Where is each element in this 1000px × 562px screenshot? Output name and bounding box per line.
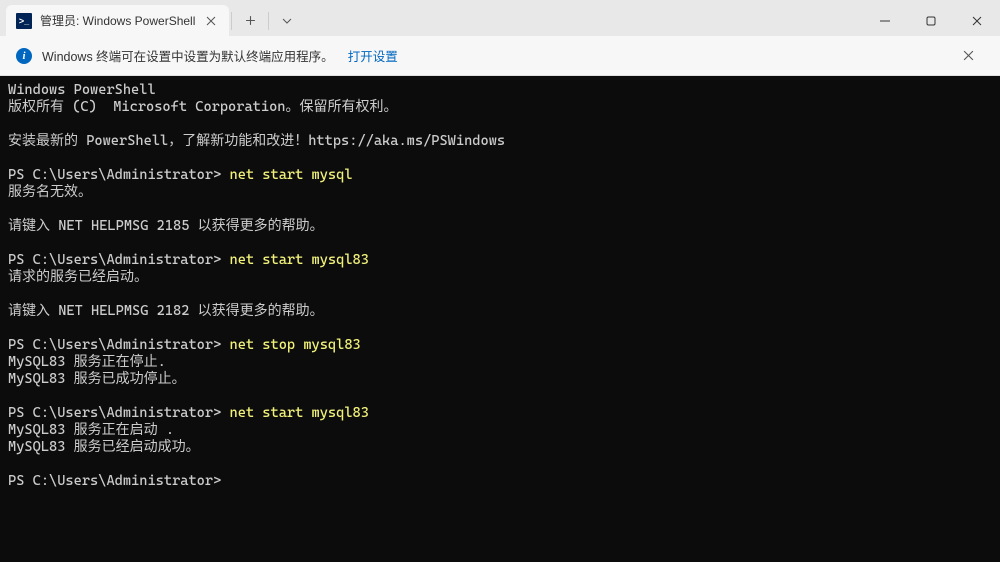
terminal-line: 服务名无效。 bbox=[8, 184, 92, 200]
titlebar: >_ 管理员: Windows PowerShell bbox=[0, 0, 1000, 36]
powershell-icon: >_ bbox=[16, 13, 32, 29]
prompt: PS C:\Users\Administrator> bbox=[8, 167, 221, 183]
infobar: i Windows 终端可在设置中设置为默认终端应用程序。 打开设置 bbox=[0, 36, 1000, 76]
minimize-button[interactable] bbox=[862, 5, 908, 36]
tab-divider bbox=[268, 12, 269, 30]
command: net start mysql83 bbox=[229, 405, 368, 421]
prompt: PS C:\Users\Administrator> bbox=[8, 252, 221, 268]
info-icon: i bbox=[16, 48, 32, 64]
terminal-line: 请求的服务已经启动。 bbox=[8, 269, 148, 285]
terminal-line: MySQL83 服务正在停止. bbox=[8, 354, 166, 370]
new-tab-button[interactable] bbox=[234, 5, 266, 36]
command: net start mysql83 bbox=[229, 252, 368, 268]
terminal-line: 版权所有 (C) Microsoft Corporation。保留所有权利。 bbox=[8, 99, 397, 115]
tab-powershell[interactable]: >_ 管理员: Windows PowerShell bbox=[6, 5, 229, 36]
close-button[interactable] bbox=[954, 5, 1000, 36]
maximize-button[interactable] bbox=[908, 5, 954, 36]
terminal-line: MySQL83 服务已成功停止。 bbox=[8, 371, 186, 387]
terminal-line: 安装最新的 PowerShell，了解新功能和改进！https://aka.ms… bbox=[8, 133, 505, 149]
terminal-line: 请键入 NET HELPMSG 2182 以获得更多的帮助。 bbox=[8, 303, 324, 319]
tab-actions bbox=[229, 5, 303, 36]
infobar-text: Windows 终端可在设置中设置为默认终端应用程序。 bbox=[42, 46, 334, 65]
terminal-line: Windows PowerShell bbox=[8, 82, 156, 98]
prompt: PS C:\Users\Administrator> bbox=[8, 405, 221, 421]
prompt: PS C:\Users\Administrator> bbox=[8, 473, 221, 489]
terminal-output[interactable]: Windows PowerShell 版权所有 (C) Microsoft Co… bbox=[0, 76, 1000, 562]
terminal-line: MySQL83 服务已经启动成功。 bbox=[8, 439, 200, 455]
terminal-line: 请键入 NET HELPMSG 2185 以获得更多的帮助。 bbox=[8, 218, 324, 234]
window-controls bbox=[862, 5, 1000, 36]
tab-title: 管理员: Windows PowerShell bbox=[40, 12, 195, 29]
command: net start mysql bbox=[229, 167, 352, 183]
command: net stop mysql83 bbox=[229, 337, 360, 353]
terminal-line: MySQL83 服务正在启动 . bbox=[8, 422, 174, 438]
infobar-close-button[interactable] bbox=[952, 40, 984, 72]
tab-close-button[interactable] bbox=[203, 13, 219, 29]
open-settings-link[interactable]: 打开设置 bbox=[348, 46, 398, 65]
tab-divider bbox=[231, 12, 232, 30]
tab-dropdown-button[interactable] bbox=[271, 5, 303, 36]
prompt: PS C:\Users\Administrator> bbox=[8, 337, 221, 353]
